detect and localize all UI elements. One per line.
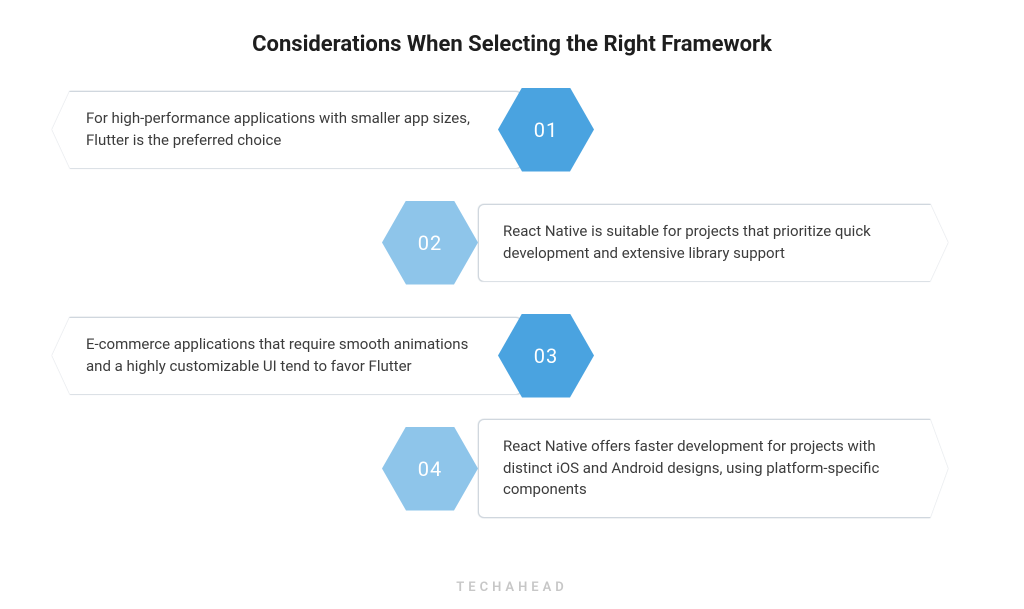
consideration-row: 04 React Native offers faster developmen…: [52, 416, 972, 521]
diagram-title: Considerations When Selecting the Right …: [0, 0, 1024, 77]
textbox-wrap: E-commerce applications that require smo…: [52, 317, 498, 395]
consideration-text: E-commerce applications that require smo…: [52, 317, 522, 395]
textbox-wrap: React Native offers faster development f…: [478, 419, 924, 518]
consideration-text: React Native offers faster development f…: [478, 419, 948, 518]
hex-badge: 04: [382, 427, 478, 511]
hex-badge: 02: [382, 201, 478, 285]
textbox-wrap: For high-performance applications with s…: [52, 91, 498, 169]
textbox-wrap: React Native is suitable for projects th…: [478, 204, 924, 282]
consideration-text: For high-performance applications with s…: [52, 91, 522, 169]
consideration-row: 02 React Native is suitable for projects…: [52, 190, 972, 295]
consideration-row: For high-performance applications with s…: [52, 77, 972, 182]
brand-watermark: TECHAHEAD: [0, 580, 1024, 595]
consideration-text: React Native is suitable for projects th…: [478, 204, 948, 282]
considerations-diagram: For high-performance applications with s…: [52, 77, 972, 521]
consideration-row: E-commerce applications that require smo…: [52, 303, 972, 408]
